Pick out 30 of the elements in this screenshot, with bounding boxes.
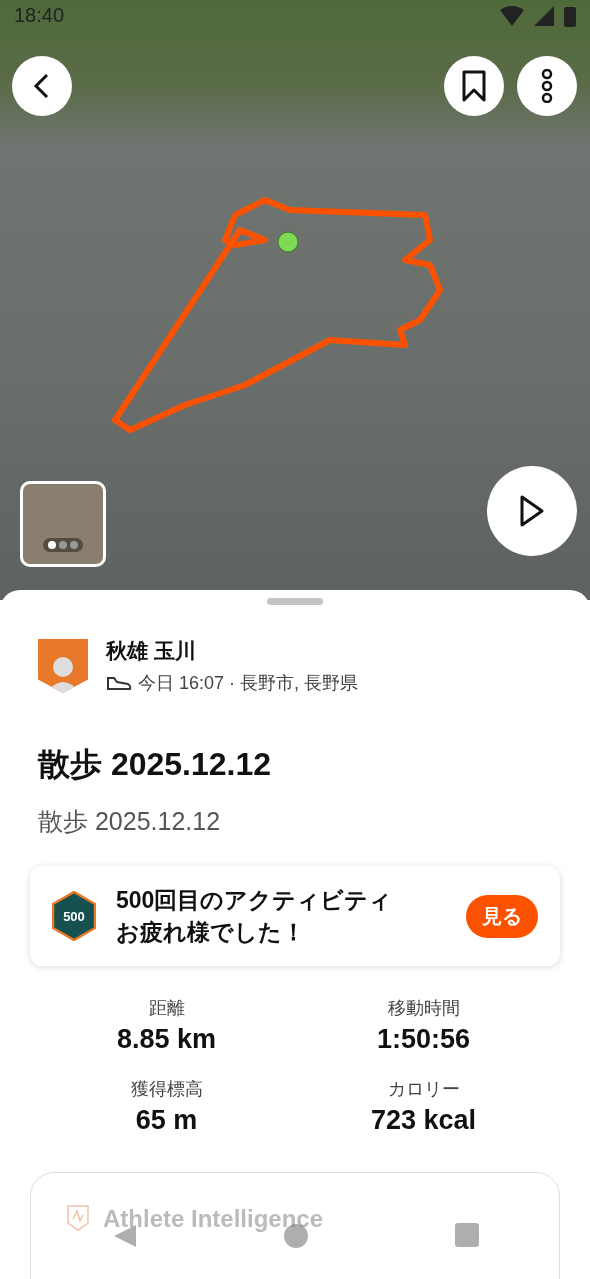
stat-label: 移動時間: [387, 997, 460, 1021]
view-button[interactable]: 見る: [466, 894, 538, 938]
wifi-icon: [500, 5, 524, 26]
start-marker: [277, 231, 299, 253]
athlete-name[interactable]: 秋雄 玉川: [106, 637, 359, 665]
avatar[interactable]: [38, 639, 88, 693]
activity-title: 散歩 2025.12.12: [38, 745, 273, 784]
milestone-badge: 500: [52, 891, 96, 942]
stat-label: 距離: [148, 997, 185, 1021]
battery-icon: [564, 4, 576, 27]
more-icon: [541, 69, 553, 103]
signal-icon: [534, 5, 554, 26]
play-icon: [519, 494, 545, 528]
bookmark-icon: [461, 70, 487, 102]
activity-description: 散歩 2025.12.12: [38, 806, 222, 837]
milestone-message: 500回目のアクティビティ お疲れ様でした！: [116, 886, 394, 948]
activity-meta: 今日 16:07 · 長野市, 長野県: [138, 672, 359, 695]
stat-value: 723 kcal: [370, 1105, 477, 1137]
stat-value: 1:50:56: [376, 1024, 471, 1056]
stat-label: 獲得標高: [130, 1078, 203, 1102]
stat-value: 65 m: [135, 1105, 198, 1137]
insight-title: Athlete Intelligence: [103, 1205, 324, 1234]
drag-handle[interactable]: [267, 598, 323, 605]
satellite-map[interactable]: [0, 0, 590, 600]
stat-value: 8.85 km: [116, 1024, 217, 1056]
status-time: 18:40: [14, 4, 65, 27]
stat-label: カロリー: [387, 1078, 460, 1102]
photo-thumbnail[interactable]: [20, 481, 106, 567]
shield-icon: [67, 1205, 89, 1232]
shoe-icon: [106, 676, 132, 690]
